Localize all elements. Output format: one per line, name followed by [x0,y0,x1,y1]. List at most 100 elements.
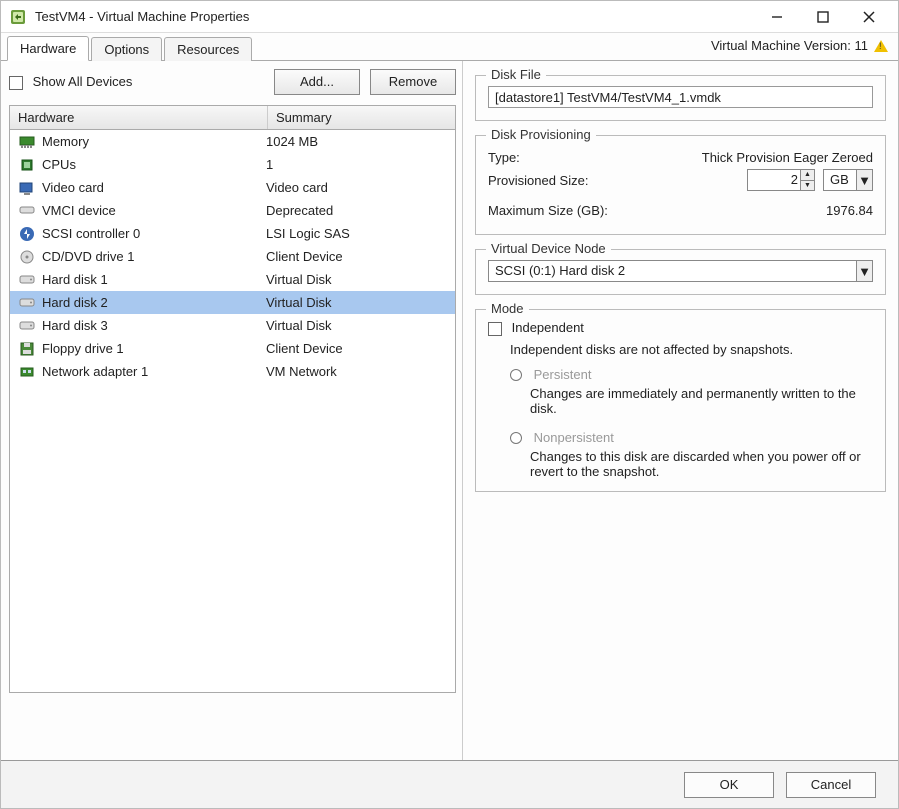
provisioned-size-unit-value: GB [830,172,849,187]
max-size-label: Maximum Size (GB): [488,203,658,218]
tab-resources[interactable]: Resources [164,37,252,61]
hw-name: Hard disk 2 [38,295,262,310]
hw-name: Video card [38,180,262,195]
hw-summary: VM Network [262,364,455,379]
independent-checkbox[interactable] [488,322,502,336]
table-row[interactable]: Memory1024 MB [10,130,455,153]
provisioning-legend: Disk Provisioning [486,127,596,142]
show-all-devices-checkbox[interactable] [9,76,23,90]
table-row[interactable]: CPUs1 [10,153,455,176]
vm-version-label: Virtual Machine Version: 11 [711,38,888,53]
hardware-table: Hardware Summary Memory1024 MBCPUs1Video… [9,105,456,693]
close-button[interactable] [846,2,892,32]
persistent-desc: Changes are immediately and permanently … [488,386,873,416]
hardware-table-body: Memory1024 MBCPUs1Video cardVideo cardVM… [10,130,455,383]
hardware-table-header: Hardware Summary [10,106,455,130]
hw-name: Memory [38,134,262,149]
tab-bar: Hardware Options Resources Virtual Machi… [1,33,898,61]
hw-summary: Deprecated [262,203,455,218]
hw-name: Hard disk 3 [38,318,262,333]
minimize-button[interactable] [754,2,800,32]
table-row[interactable]: Floppy drive 1Client Device [10,337,455,360]
nic-icon [16,365,38,379]
cancel-button[interactable]: Cancel [786,772,876,798]
window-buttons [754,2,892,32]
provisioning-type-value: Thick Provision Eager Zeroed [646,150,873,165]
add-button[interactable]: Add... [274,69,360,95]
disk-file-path[interactable]: [datastore1] TestVM4/TestVM4_1.vmdk [488,86,873,108]
ok-button[interactable]: OK [684,772,774,798]
hw-name: VMCI device [38,203,262,218]
tab-hardware[interactable]: Hardware [7,36,89,61]
hw-summary: LSI Logic SAS [262,226,455,241]
hw-name: Network adapter 1 [38,364,262,379]
hw-name: Floppy drive 1 [38,341,262,356]
hw-summary: Video card [262,180,455,195]
mode-legend: Mode [486,301,529,316]
cd-icon [16,249,38,265]
disk-file-legend: Disk File [486,67,546,82]
hw-summary: Virtual Disk [262,295,455,310]
table-row[interactable]: Hard disk 3Virtual Disk [10,314,455,337]
provisioning-type-label: Type: [488,150,638,165]
hardware-header-hardware[interactable]: Hardware [10,106,268,129]
titlebar: TestVM4 - Virtual Machine Properties [1,1,898,33]
app-icon [9,8,27,26]
hw-summary: Virtual Disk [262,272,455,287]
independent-desc: Independent disks are not affected by sn… [488,342,873,357]
hw-name: Hard disk 1 [38,272,262,287]
memory-icon [16,135,38,149]
hardware-toolbar: Show All Devices Add... Remove [9,69,456,95]
table-row[interactable]: SCSI controller 0LSI Logic SAS [10,222,455,245]
remove-button[interactable]: Remove [370,69,456,95]
group-disk-file: Disk File [datastore1] TestVM4/TestVM4_1… [475,75,886,121]
show-all-devices-label[interactable]: Show All Devices [9,74,132,90]
nonpersistent-radio[interactable] [510,432,522,444]
vmci-icon [16,205,38,217]
provisioned-size-unit[interactable]: GB ▼ [823,169,873,191]
vdn-legend: Virtual Device Node [486,241,611,256]
nonpersistent-label: Nonpersistent [534,430,614,445]
left-pane: Show All Devices Add... Remove Hardware … [1,61,463,760]
disk-icon [16,297,38,309]
tab-options[interactable]: Options [91,37,162,61]
warning-icon [874,40,888,52]
hw-summary: 1024 MB [262,134,455,149]
table-row[interactable]: CD/DVD drive 1Client Device [10,245,455,268]
vm-version-text: Virtual Machine Version: 11 [711,38,868,53]
dialog-footer: OK Cancel [1,760,898,808]
table-row[interactable]: Hard disk 1Virtual Disk [10,268,455,291]
hw-summary: 1 [262,157,455,172]
vdn-select[interactable]: SCSI (0:1) Hard disk 2 ▼ [488,260,873,282]
group-disk-provisioning: Disk Provisioning Type: Thick Provision … [475,135,886,235]
provisioned-size-value: 2 [791,172,798,187]
table-row[interactable]: Network adapter 1VM Network [10,360,455,383]
hw-name: CPUs [38,157,262,172]
hw-summary: Virtual Disk [262,318,455,333]
max-size-value: 1976.84 [666,203,873,218]
hardware-header-summary[interactable]: Summary [268,106,455,129]
persistent-radio[interactable] [510,369,522,381]
provisioned-size-input[interactable]: 2 ▲▼ [747,169,815,191]
chevron-down-icon: ▼ [856,170,872,190]
body-area: Show All Devices Add... Remove Hardware … [1,61,898,760]
chevron-down-icon: ▼ [856,261,872,281]
hw-summary: Client Device [262,249,455,264]
provisioned-size-label: Provisioned Size: [488,173,638,188]
independent-label: Independent [512,320,584,335]
persistent-label: Persistent [534,367,592,382]
maximize-button[interactable] [800,2,846,32]
group-virtual-device-node: Virtual Device Node SCSI (0:1) Hard disk… [475,249,886,295]
floppy-icon [16,341,38,357]
window-title: TestVM4 - Virtual Machine Properties [35,9,754,24]
nonpersistent-desc: Changes to this disk are discarded when … [488,449,873,479]
size-spinner[interactable]: ▲▼ [800,170,814,190]
hw-name: CD/DVD drive 1 [38,249,262,264]
scsi-icon [16,226,38,242]
table-row[interactable]: VMCI deviceDeprecated [10,199,455,222]
table-row[interactable]: Video cardVideo card [10,176,455,199]
hw-summary: Client Device [262,341,455,356]
table-row[interactable]: Hard disk 2Virtual Disk [10,291,455,314]
disk-icon [16,274,38,286]
show-all-devices-text: Show All Devices [33,74,133,89]
